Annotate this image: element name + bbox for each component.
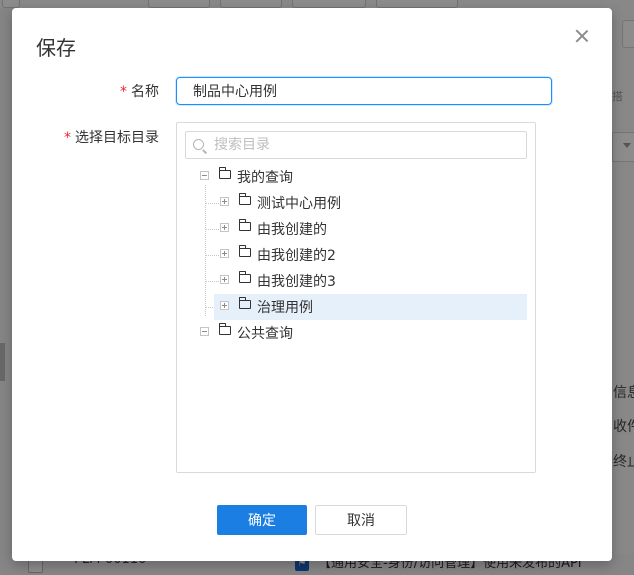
name-label-text: 名称 (131, 84, 159, 100)
dialog-title: 保存 (36, 36, 76, 60)
expand-icon[interactable] (220, 275, 229, 284)
expand-icon[interactable] (220, 223, 229, 232)
collapse-icon[interactable] (200, 327, 209, 336)
name-input[interactable] (176, 77, 552, 105)
search-icon (193, 139, 204, 150)
directory-label-text: 选择目标目录 (75, 130, 159, 146)
folder-icon (218, 323, 231, 335)
folder-icon (238, 193, 251, 205)
expand-icon[interactable] (220, 197, 229, 206)
close-icon[interactable] (572, 26, 592, 46)
tree-node-child-selected[interactable]: 治理用例 (177, 294, 535, 320)
tree-node-child[interactable]: 由我创建的2 (177, 242, 535, 268)
cancel-button[interactable]: 取消 (315, 505, 407, 535)
name-label: * 名称 (120, 81, 159, 101)
tree-node-label: 由我创建的 (257, 222, 327, 238)
expand-icon[interactable] (220, 249, 229, 258)
directory-tree-panel: 我的查询 测试中心用例 由我创建的 由我创建的2 由我创建的3 治理用例 (176, 122, 536, 473)
tree-node-child[interactable]: 由我创建的3 (177, 268, 535, 294)
required-marker: * (120, 84, 127, 100)
folder-icon (238, 271, 251, 283)
folder-icon (218, 167, 231, 179)
tree-node-my-queries[interactable]: 我的查询 (177, 164, 535, 190)
required-marker: * (64, 130, 71, 146)
tree-node-child[interactable]: 测试中心用例 (177, 190, 535, 216)
expand-icon[interactable] (220, 301, 229, 310)
tree-node-label: 由我创建的2 (257, 248, 336, 264)
folder-icon (238, 297, 251, 309)
tree-node-label: 测试中心用例 (257, 196, 341, 212)
tree-node-public-queries[interactable]: 公共查询 (177, 320, 535, 346)
tree-node-label: 由我创建的3 (257, 274, 336, 290)
tree-node-label: 我的查询 (237, 170, 293, 186)
directory-label: * 选择目标目录 (64, 127, 159, 147)
tree-node-label: 治理用例 (257, 300, 313, 316)
folder-icon (238, 245, 251, 257)
save-dialog: 保存 *名称 *选择目标目录 我的查询 测试中心用例 (12, 8, 612, 561)
tree-node-label: 公共查询 (237, 326, 293, 342)
tree-node-child[interactable]: 由我创建的 (177, 216, 535, 242)
folder-icon (238, 219, 251, 231)
directory-search-input[interactable] (214, 132, 514, 158)
confirm-button[interactable]: 确定 (217, 505, 307, 535)
collapse-icon[interactable] (200, 171, 209, 180)
directory-search (185, 131, 527, 159)
